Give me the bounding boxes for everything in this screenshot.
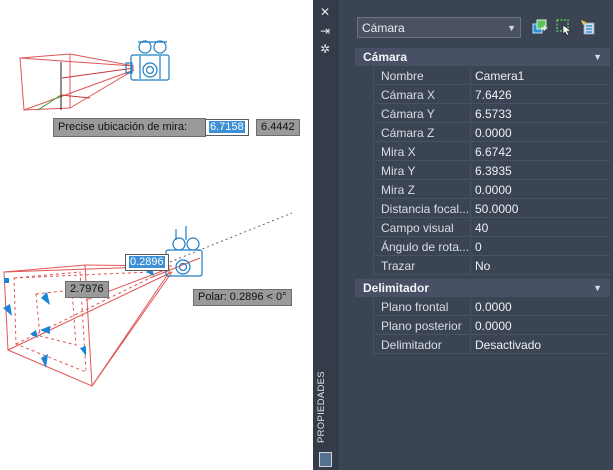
- property-name: Delimitador: [373, 336, 469, 354]
- property-name: Ángulo de rota...: [373, 238, 469, 256]
- section-header-camera[interactable]: Cámara ▼: [355, 48, 610, 66]
- canvas-drawing: [3, 40, 293, 387]
- property-row[interactable]: Mira X 6.6742: [373, 143, 610, 162]
- chevron-down-icon: ▼: [507, 23, 516, 33]
- property-row[interactable]: Trazar No: [373, 257, 610, 276]
- drawing-canvas[interactable]: Precise ubicación de mira: 6.7158 6.4442…: [0, 0, 313, 470]
- section-title-camera: Cámara: [363, 50, 408, 64]
- property-name: Plano frontal: [373, 298, 469, 316]
- dimension-length-input[interactable]: 0.2896: [125, 254, 169, 271]
- svg-text:+: +: [540, 23, 548, 34]
- object-type-value: Cámara: [362, 21, 405, 35]
- target-x-value: 6.7158: [209, 121, 245, 133]
- camera-glyph-top[interactable]: [19, 40, 170, 111]
- property-row[interactable]: Plano posterior 0.0000: [373, 317, 610, 336]
- property-value[interactable]: 0.0000: [470, 317, 610, 335]
- property-row[interactable]: Mira Z 0.0000: [373, 181, 610, 200]
- property-value[interactable]: Desactivado: [470, 336, 610, 354]
- property-name: Plano posterior: [373, 317, 469, 335]
- section-title-clipping: Delimitador: [363, 281, 430, 295]
- property-value[interactable]: 0: [470, 238, 610, 256]
- property-name: Nombre: [373, 67, 469, 85]
- property-value[interactable]: 6.6742: [470, 143, 610, 161]
- toggle-pickadd-icon[interactable]: +: [531, 18, 549, 36]
- dimension-length-value: 0.2896: [129, 256, 165, 268]
- property-name: Mira Z: [373, 181, 469, 199]
- palette-title: PROPIEDADES: [316, 371, 327, 443]
- auto-hide-icon[interactable]: ⇥: [317, 24, 333, 38]
- select-objects-icon[interactable]: [555, 18, 573, 36]
- property-name: Campo visual: [373, 219, 469, 237]
- property-row[interactable]: Delimitador Desactivado: [373, 336, 610, 355]
- property-row[interactable]: Mira Y 6.3935: [373, 162, 610, 181]
- close-icon[interactable]: ✕: [317, 5, 333, 19]
- property-row[interactable]: Campo visual 40: [373, 219, 610, 238]
- dimension-distance-label: 2.7976: [65, 281, 109, 298]
- property-name: Distancia focal...: [373, 200, 469, 218]
- target-x-input[interactable]: 6.7158: [205, 119, 249, 136]
- property-name: Cámara Y: [373, 105, 469, 123]
- properties-palette: ✕ ⇥ ✲ PROPIEDADES Cámara ▼ + Cámara ▼ No…: [313, 0, 613, 470]
- section-header-clipping[interactable]: Delimitador ▼: [355, 279, 610, 297]
- collapse-icon: ▼: [593, 283, 602, 293]
- property-value[interactable]: Camera1: [470, 67, 610, 85]
- palette-title-strip[interactable]: ✕ ⇥ ✲ PROPIEDADES: [313, 0, 338, 470]
- property-row[interactable]: Nombre Camera1: [373, 67, 610, 86]
- property-name: Cámara X: [373, 86, 469, 104]
- property-row[interactable]: Cámara Z 0.0000: [373, 124, 610, 143]
- property-row[interactable]: Cámara X 7.6426: [373, 86, 610, 105]
- property-value[interactable]: 0.0000: [470, 298, 610, 316]
- palette-content: Cámara ▼ + Cámara ▼ Nombre Camera1 Cámar…: [343, 0, 613, 470]
- property-row[interactable]: Plano frontal 0.0000: [373, 298, 610, 317]
- property-row[interactable]: Distancia focal... 50.0000: [373, 200, 610, 219]
- property-row[interactable]: Cámara Y 6.5733: [373, 105, 610, 124]
- property-value[interactable]: 40: [470, 219, 610, 237]
- property-value[interactable]: 0.0000: [470, 124, 610, 142]
- property-name: Mira Y: [373, 162, 469, 180]
- target-prompt-tooltip: Precise ubicación de mira:: [53, 118, 206, 137]
- collapse-icon: ▼: [593, 52, 602, 62]
- property-value[interactable]: 50.0000: [470, 200, 610, 218]
- settings-icon[interactable]: ✲: [317, 42, 333, 56]
- property-name: Mira X: [373, 143, 469, 161]
- palette-properties-icon[interactable]: [319, 452, 332, 467]
- property-row[interactable]: Ángulo de rota... 0: [373, 238, 610, 257]
- property-value[interactable]: No: [470, 257, 610, 275]
- object-type-select[interactable]: Cámara ▼: [357, 17, 521, 38]
- property-value[interactable]: 6.5733: [470, 105, 610, 123]
- target-y-input[interactable]: 6.4442: [256, 119, 300, 136]
- polar-tracking-tooltip: Polar: 0.2896 < 0°: [193, 289, 292, 306]
- property-value[interactable]: 7.6426: [470, 86, 610, 104]
- quick-select-icon[interactable]: [579, 18, 597, 36]
- property-value[interactable]: 0.0000: [470, 181, 610, 199]
- property-name: Cámara Z: [373, 124, 469, 142]
- property-value[interactable]: 6.3935: [470, 162, 610, 180]
- property-name: Trazar: [373, 257, 469, 275]
